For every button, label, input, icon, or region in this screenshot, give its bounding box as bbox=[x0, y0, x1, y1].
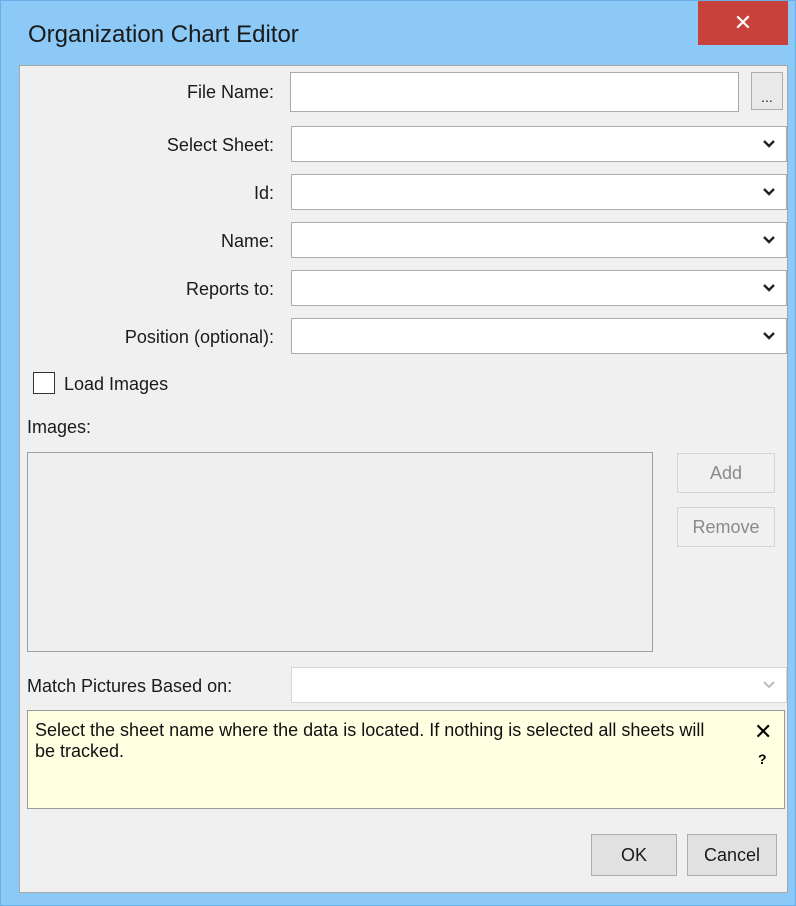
load-images-checkbox[interactable] bbox=[33, 372, 55, 394]
id-label: Id: bbox=[253, 183, 274, 203]
chevron-down-icon bbox=[763, 140, 775, 148]
window-title: Organization Chart Editor bbox=[28, 21, 299, 48]
close-icon: ✕ bbox=[733, 10, 753, 35]
chevron-down-icon bbox=[763, 188, 775, 196]
cancel-button[interactable]: Cancel bbox=[687, 834, 777, 876]
tip-text: Select the sheet name where the data is … bbox=[35, 720, 705, 761]
name-dropdown[interactable] bbox=[291, 222, 787, 258]
add-button[interactable]: Add bbox=[677, 453, 775, 493]
dialog-body: File Name: ... Select Sheet: Id: Name: R… bbox=[19, 65, 788, 893]
name-label: Name: bbox=[220, 231, 274, 251]
match-pictures-label: Match Pictures Based on: bbox=[27, 676, 233, 696]
chevron-down-icon bbox=[763, 681, 775, 689]
close-button[interactable]: ✕ bbox=[698, 1, 788, 45]
position-dropdown[interactable] bbox=[291, 318, 787, 354]
remove-button[interactable]: Remove bbox=[677, 507, 775, 547]
dialog-window: Organization Chart Editor ✕ File Name: .… bbox=[0, 0, 796, 906]
file-name-label: File Name: bbox=[186, 82, 274, 102]
load-images-label[interactable]: Load Images bbox=[64, 374, 168, 395]
position-label: Position (optional): bbox=[124, 327, 274, 347]
ok-button[interactable]: OK bbox=[591, 834, 677, 876]
images-listbox[interactable] bbox=[27, 452, 653, 652]
reports-to-dropdown[interactable] bbox=[291, 270, 787, 306]
reports-to-label: Reports to: bbox=[185, 279, 274, 299]
tip-box: Select the sheet name where the data is … bbox=[27, 710, 785, 809]
title-bar[interactable]: Organization Chart Editor ✕ bbox=[1, 1, 795, 65]
chevron-down-icon bbox=[763, 236, 775, 244]
id-dropdown[interactable] bbox=[291, 174, 787, 210]
chevron-down-icon bbox=[763, 284, 775, 292]
select-sheet-dropdown[interactable] bbox=[291, 126, 787, 162]
chevron-down-icon bbox=[763, 332, 775, 340]
file-name-input[interactable] bbox=[290, 72, 739, 112]
close-icon[interactable]: ✕ bbox=[754, 719, 772, 745]
images-label: Images: bbox=[27, 417, 92, 437]
select-sheet-label: Select Sheet: bbox=[166, 135, 274, 155]
help-icon[interactable]: ? bbox=[758, 751, 767, 767]
match-pictures-dropdown[interactable] bbox=[291, 667, 787, 703]
browse-button[interactable]: ... bbox=[751, 72, 783, 110]
